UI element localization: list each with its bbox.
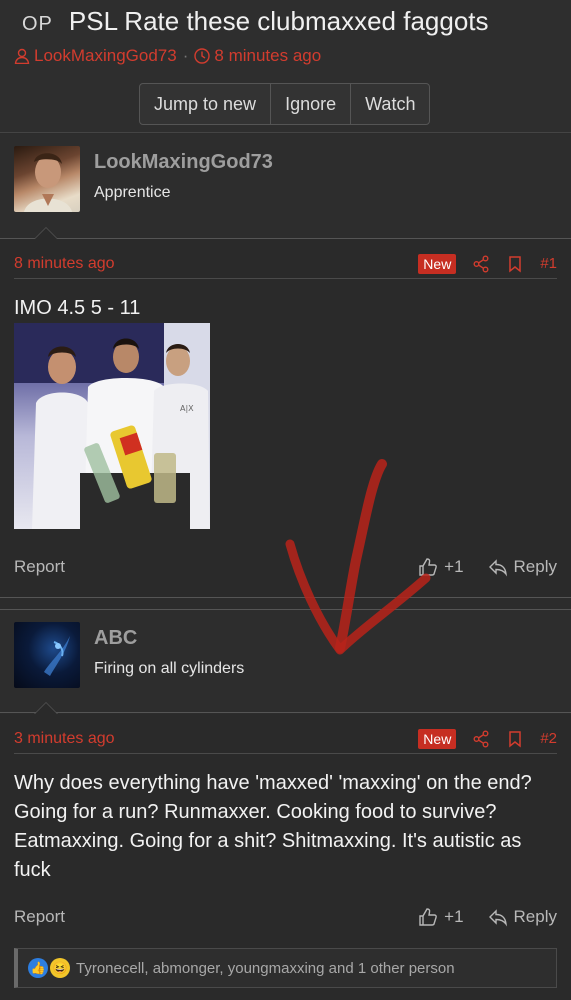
reactions-bar[interactable]: 👍 😆 Tyronecell, abmonger, youngmaxxing a… — [14, 948, 557, 988]
user-icon — [14, 48, 30, 64]
avatar[interactable] — [14, 622, 80, 688]
reply-label: Reply — [513, 907, 557, 926]
like-count: +1 — [444, 907, 464, 926]
post-meta: 8 minutes ago New #1 — [14, 249, 557, 279]
post-pointer — [34, 227, 58, 239]
ignore-button[interactable]: Ignore — [271, 84, 352, 124]
post-actions: Report +1 Reply — [14, 552, 557, 582]
thumbs-up-icon — [419, 558, 438, 576]
report-link[interactable]: Report — [14, 907, 418, 927]
report-link[interactable]: Report — [14, 557, 418, 577]
reply-icon — [488, 909, 507, 927]
post-pointer — [34, 702, 58, 714]
post-number[interactable]: #1 — [540, 255, 557, 272]
avatar[interactable] — [14, 146, 80, 212]
reactions-list[interactable]: Tyronecell, abmonger, youngmaxxing and 1… — [76, 960, 455, 977]
post-author-username[interactable]: ABC — [94, 627, 137, 650]
thread-meta: LookMaxingGod73 · 8 minutes ago — [14, 46, 321, 66]
share-icon[interactable] — [472, 730, 490, 748]
bookmark-icon[interactable] — [506, 255, 524, 273]
like-button[interactable]: +1 — [418, 557, 464, 577]
reply-button[interactable]: Reply — [488, 907, 557, 927]
reply-icon — [488, 559, 507, 577]
post-message: IMO 4.5 5 - 11 — [14, 297, 141, 319]
post-1-user-block: LookMaxingGod73 Apprentice — [0, 134, 571, 239]
thread-author-link[interactable]: LookMaxingGod73 — [34, 46, 177, 66]
post-2-user-block: ABC Firing on all cylinders — [0, 609, 571, 713]
post-author-username[interactable]: LookMaxingGod73 — [94, 151, 273, 174]
like-reaction-icon: 👍 — [28, 958, 48, 978]
clock-icon — [194, 48, 211, 64]
title-row: OP PSL Rate these clubmaxxed faggots — [22, 6, 489, 37]
post-time[interactable]: 3 minutes ago — [14, 730, 418, 748]
like-count: +1 — [444, 557, 464, 576]
post-1-body: 8 minutes ago New #1 IMO 4.5 5 - 11 A|X — [0, 239, 571, 598]
new-badge: New — [418, 728, 457, 749]
bookmark-icon[interactable] — [506, 730, 524, 748]
watch-button[interactable]: Watch — [351, 84, 429, 124]
post-image[interactable]: A|X — [14, 323, 210, 529]
new-badge: New — [418, 253, 457, 274]
thumbs-up-icon — [419, 908, 438, 926]
share-icon[interactable] — [472, 255, 490, 273]
post-message: Why does everything have 'maxxed' 'maxxi… — [14, 772, 532, 881]
post-author-title: Firing on all cylinders — [94, 660, 245, 677]
thread-button-group: Jump to new Ignore Watch — [139, 83, 431, 125]
post-time[interactable]: 8 minutes ago — [14, 255, 418, 273]
jump-to-new-button[interactable]: Jump to new — [140, 84, 272, 124]
post-number[interactable]: #2 — [540, 730, 557, 747]
thread-title: PSL Rate these clubmaxxed faggots — [68, 6, 489, 36]
meta-separator: · — [182, 46, 189, 65]
post-meta: 3 minutes ago New #2 — [14, 724, 557, 754]
post-author-title: Apprentice — [94, 184, 171, 201]
thread-time: 8 minutes ago — [214, 46, 322, 65]
like-button[interactable]: +1 — [418, 907, 464, 927]
thread-header: OP PSL Rate these clubmaxxed faggots Loo… — [0, 0, 571, 133]
op-badge: OP — [22, 13, 53, 35]
image-brand-text: A|X — [180, 404, 194, 413]
post-actions: Report +1 Reply — [14, 902, 557, 932]
reply-label: Reply — [513, 557, 557, 576]
laugh-reaction-icon: 😆 — [50, 958, 70, 978]
reply-button[interactable]: Reply — [488, 557, 557, 577]
